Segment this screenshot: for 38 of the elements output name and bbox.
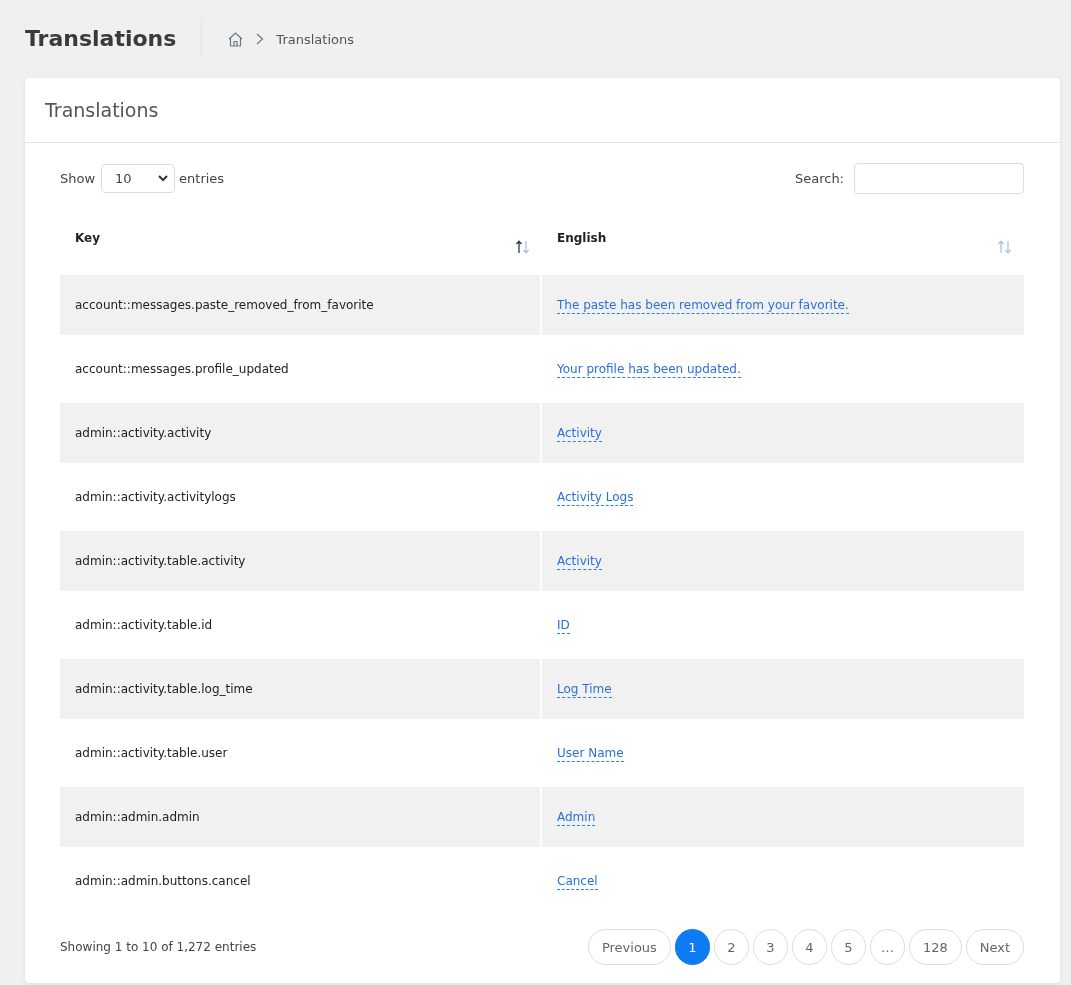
translation-link[interactable]: Your profile has been updated. — [557, 362, 741, 378]
search-field[interactable] — [854, 163, 1024, 194]
chevron-down-icon — [158, 175, 169, 182]
translation-link[interactable]: ID — [557, 618, 570, 634]
page-button[interactable]: 3 — [752, 929, 788, 965]
table-cell: account::messages.paste_removed_from_favorite — [60, 275, 542, 335]
column-header[interactable]: English — [542, 214, 1024, 271]
page-button[interactable]: 1 — [674, 929, 710, 965]
page-title: Translations — [25, 19, 203, 59]
pagination-button[interactable]: Previous — [587, 929, 671, 965]
page-button[interactable]: 4 — [791, 929, 827, 965]
translation-link[interactable]: Activity — [557, 554, 602, 570]
column-header[interactable]: Key — [60, 214, 542, 271]
search-label: Search: — [794, 171, 844, 186]
entries-info: Showing 1 to 10 of 1,272 entries — [60, 940, 257, 954]
card-title: Translations — [25, 78, 1060, 143]
chevron-right-icon — [256, 33, 265, 45]
translation-link[interactable]: Cancel — [557, 874, 598, 890]
pagination-button[interactable]: 128 — [908, 929, 962, 965]
translation-link[interactable]: Admin — [557, 810, 596, 826]
table-cell: admin::activity.table.activity — [60, 531, 542, 591]
pagination-button[interactable]: Next — [965, 929, 1024, 965]
translation-link[interactable]: Log Time — [557, 682, 612, 698]
page-button[interactable]: 5 — [830, 929, 866, 965]
page-button[interactable]: 2 — [713, 929, 749, 965]
table-cell: admin::admin.admin — [60, 787, 542, 847]
breadcrumb-current: Translations — [276, 31, 354, 47]
show-label: Show — [60, 171, 96, 186]
translation-link[interactable]: Activity Logs — [557, 490, 634, 506]
entries-label: entries — [179, 171, 225, 186]
table-cell: admin::activity.activity — [60, 403, 542, 463]
translation-link[interactable]: Activity — [557, 426, 602, 442]
page-button[interactable]: … — [869, 929, 905, 965]
home-icon[interactable] — [227, 30, 245, 48]
table-cell: admin::activity.table.log_time — [60, 659, 542, 719]
translation-link[interactable]: The paste has been removed from your favorite. — [557, 298, 849, 314]
entries-select[interactable]: 10 — [101, 164, 176, 193]
translation-link[interactable]: User Name — [557, 746, 624, 762]
